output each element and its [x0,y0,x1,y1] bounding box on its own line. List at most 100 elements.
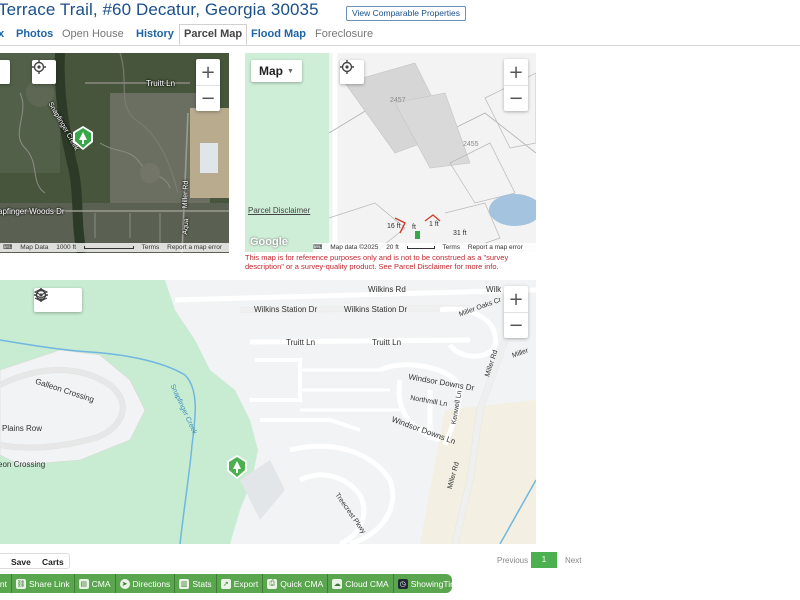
stats-icon: ▥ [179,578,190,589]
chevron-down-icon: ▼ [287,67,294,75]
print-label: int [0,578,7,589]
map-data-link[interactable]: Map Data [20,244,48,251]
scale-bar [83,245,134,249]
pager-current-page[interactable]: 1 [531,552,557,568]
quick-cma-label: Quick CMA [280,578,324,589]
parcel-disclaimer-link[interactable]: Parcel Disclaimer [248,206,310,215]
satellite-label-miller: Miller Rd [181,180,190,209]
property-marker-icon[interactable] [72,125,94,151]
share-link-label: Share Link [28,578,70,589]
road-label-wilkins-rd: Wilkins Rd [368,285,406,294]
zoom-in-button[interactable]: + [504,286,528,312]
map-type-selector[interactable]: Map ▼ [251,60,302,82]
report-error-link[interactable]: Report a map error [167,244,222,251]
parcel-zoom-control: + − [504,59,528,111]
stats-label: Stats [192,578,212,589]
road-zoom-control: + − [504,286,528,338]
tab-photos[interactable]: Photos [16,28,53,40]
keyboard-icon: ⌨ [313,244,323,251]
carts-button[interactable]: Carts [42,557,64,567]
parcel-disclaimer-text: This map is for reference purposes only … [245,253,509,271]
zoom-out-button[interactable]: − [196,85,220,111]
zoom-out-button[interactable]: − [504,85,528,111]
cma-label: CMA [91,578,111,589]
property-marker-icon[interactable] [226,454,248,480]
parcel-attribution: ⌨ Map data ©2025 20 ft Terms Report a ma… [313,243,536,252]
pager-next[interactable]: Next [565,556,581,565]
cloud-cma-label: Cloud CMA [345,578,389,589]
showingtime-label: ShowingTime [410,578,462,589]
layers-toggle-button[interactable] [0,60,10,84]
scale-label: 1000 ft [56,244,77,251]
share-link-button[interactable]: ⛓ Share Link [12,574,75,593]
parcel-number-2455: 2455 [463,141,479,148]
google-logo: Google [250,236,288,248]
quick-cma-button[interactable]: ⎙ Quick CMA [263,574,329,593]
pager-previous[interactable]: Previous [497,556,528,565]
satellite-zoom-control: + − [196,59,220,111]
satellite-label-truitt: Truitt Ln [146,79,176,88]
road-map-controls [34,288,82,312]
link-icon: ⛓ [15,578,26,589]
lot-label-16ft: 16 ft [387,223,401,230]
tab-flood-map[interactable]: Flood Map [251,28,306,40]
directions-button[interactable]: ➤ Directions [116,574,176,593]
road-label-plains-row: Plains Row [2,424,43,433]
crosshair-icon [340,60,354,74]
satellite-label-aqua: Aqua [181,218,191,235]
stats-button[interactable]: ▥ Stats [175,574,217,593]
lot-label-ft: ft [412,224,416,231]
parcel-map[interactable]: 2457 2455 16 ft ft 1 ft 31 ft Map ▼ + − … [245,53,536,252]
locate-button[interactable] [340,60,364,84]
report-error-link[interactable]: Report a map error [468,244,523,251]
road-label-wilkins-station-1: Wilkins Station Dr [254,305,318,314]
lot-label-31ft: 31 ft [453,230,467,237]
map-data-label: Map data ©2025 [330,244,379,251]
tab-foreclosure[interactable]: Foreclosure [315,28,373,40]
tab-history[interactable]: History [136,28,174,40]
scale-bar [406,245,435,249]
terms-link[interactable]: Terms [142,244,160,251]
crosshair-icon[interactable] [34,288,48,302]
parcel-number-2457: 2457 [390,97,406,104]
zoom-out-button[interactable]: − [504,312,528,338]
road-label-truitt-1: Truitt Ln [286,338,316,347]
lot-label-1ft: 1 ft [429,221,439,228]
tab-bar: x Photos Open House History Parcel Map F… [0,24,800,46]
road-map[interactable]: Wilkins Rd Wilk Wilkins Station Dr Wilki… [0,280,536,544]
crosshair-icon [32,60,46,74]
view-comparable-properties-button[interactable]: View Comparable Properties [346,6,467,21]
locate-button[interactable] [32,60,56,84]
road-label-wilkins-station-2: Wilkins Station Dr [344,305,408,314]
page-title: Terrace Trail, #60 Decatur, Georgia 3003… [0,0,319,19]
satellite-map[interactable]: Truitt Ln Snapfinger Creek Miller Rd apf… [0,53,229,253]
tab-open-house[interactable]: Open House [62,28,124,40]
action-toolbar: int ⛓ Share Link ▤ CMA ➤ Directions ▥ St… [0,574,462,593]
directions-label: Directions [132,578,171,589]
cma-button[interactable]: ▤ CMA [75,574,116,593]
road-label-wilk: Wilk [486,285,502,294]
directions-icon: ➤ [119,578,130,589]
cloud-cma-icon: ☁ [332,578,343,589]
save-button[interactable]: Save [11,557,31,567]
export-button[interactable]: ↗ Export [217,574,264,593]
export-label: Export [233,578,259,589]
road-label-truitt-2: Truitt Ln [372,338,402,347]
scale-label: 20 ft [386,244,399,251]
map-type-label: Map [259,64,283,78]
zoom-in-button[interactable]: + [504,59,528,85]
satellite-label-woods: apfinger Woods Dr [0,207,65,216]
road-label-eon-crossing: eon Crossing [0,460,46,469]
zoom-in-button[interactable]: + [196,59,220,85]
showingtime-icon: ◷ [397,578,408,589]
cloud-cma-button[interactable]: ☁ Cloud CMA [328,574,394,593]
tab-x[interactable]: x [0,28,4,40]
showingtime-button[interactable]: ◷ ShowingTime [394,574,466,593]
tab-parcel-map[interactable]: Parcel Map [179,24,248,45]
satellite-attribution: ⌨ Map Data 1000 ft Terms Report a map er… [0,243,229,252]
print-button[interactable]: int [0,574,12,593]
terms-link[interactable]: Terms [442,244,460,251]
quick-cma-icon: ⎙ [267,578,278,589]
cma-icon: ▤ [78,578,89,589]
keyboard-icon: ⌨ [3,244,13,251]
